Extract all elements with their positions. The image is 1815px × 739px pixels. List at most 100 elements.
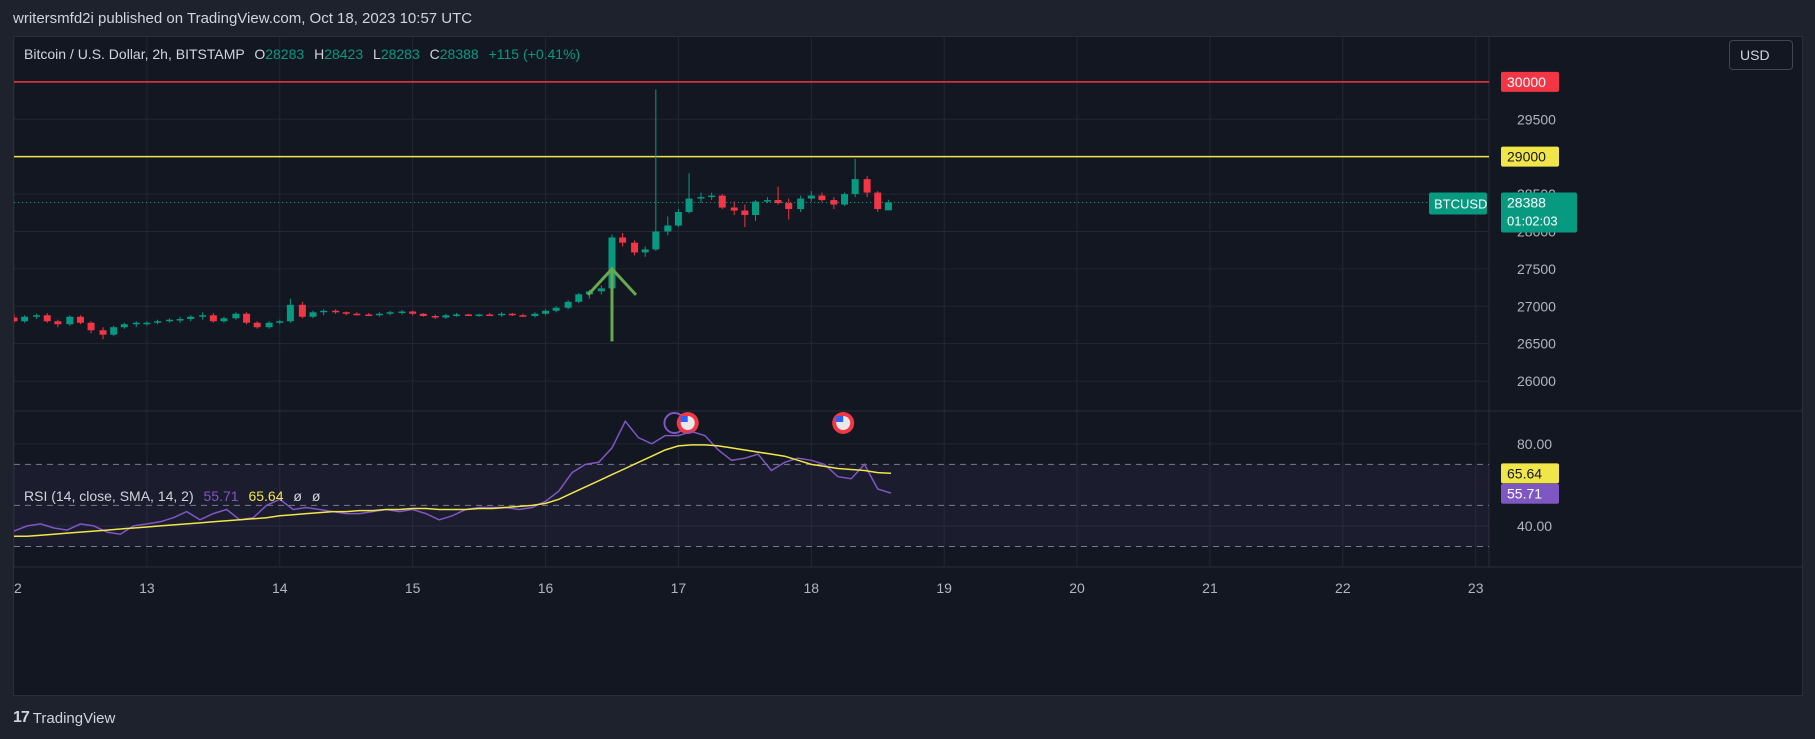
- candle-body: [54, 321, 62, 325]
- time-axis-tick: 23: [1468, 580, 1484, 596]
- last-price-tag-value: 28388: [1507, 194, 1546, 210]
- rsi-axis-tick: 40.00: [1517, 518, 1552, 534]
- candle-body: [708, 195, 716, 198]
- candle-body: [309, 312, 317, 317]
- candle-body: [486, 314, 494, 317]
- candle-body: [398, 311, 406, 314]
- candle-body: [785, 203, 793, 210]
- candle-body: [807, 195, 815, 199]
- rsi-null-2: ø: [311, 488, 321, 504]
- candle-body: [419, 313, 427, 317]
- candle-body: [286, 304, 294, 322]
- candle-body: [365, 314, 373, 317]
- candle-body: [841, 194, 849, 205]
- candle-body: [409, 311, 417, 314]
- rsi-ma-tag-label: 65.64: [1507, 465, 1542, 481]
- candle-body: [87, 322, 95, 331]
- candle-body: [14, 317, 18, 322]
- chart-area[interactable]: 2600026500270002750028000285002900029500…: [13, 36, 1803, 696]
- price-line-tag-label: 30000: [1507, 74, 1546, 90]
- candle-body: [353, 313, 361, 316]
- low-value: 28283: [380, 46, 420, 62]
- rsi-axis-tick: 80.00: [1517, 436, 1552, 452]
- candle-body: [475, 314, 483, 317]
- candle-body: [552, 307, 560, 311]
- close-value: 28388: [439, 46, 479, 62]
- time-axis-tick: 17: [671, 580, 687, 596]
- candle-body: [232, 313, 240, 319]
- candle-body: [375, 313, 383, 316]
- candle-body: [863, 179, 871, 193]
- candle-body: [818, 195, 826, 201]
- chart-background: [14, 37, 1802, 695]
- time-axis-tick: 2: [14, 580, 22, 596]
- currency-button[interactable]: USD: [1729, 40, 1793, 70]
- us-flag-event-icon-canton: [836, 416, 844, 422]
- candle-body: [453, 314, 460, 317]
- symbol-tag-label: BTCUSD: [1434, 196, 1487, 211]
- candle-body: [718, 195, 726, 208]
- open-value: 28283: [265, 46, 305, 62]
- candle-body: [66, 316, 74, 325]
- candle-body: [431, 316, 439, 318]
- candle-body: [751, 201, 759, 216]
- tradingview-brand[interactable]: TradingView: [33, 710, 116, 727]
- price-axis-tick: 29500: [1517, 111, 1556, 127]
- price-axis-tick: 26000: [1517, 373, 1556, 389]
- time-axis-tick: 18: [804, 580, 820, 596]
- candle-body: [253, 322, 261, 328]
- candle-body: [199, 315, 207, 317]
- candle-body: [575, 294, 583, 302]
- candle-body: [730, 207, 738, 211]
- candle-body: [276, 321, 284, 323]
- candle-body: [154, 321, 162, 323]
- time-axis-tick: 13: [139, 580, 155, 596]
- candle-body: [187, 316, 195, 319]
- us-flag-event-icon-canton: [680, 416, 688, 422]
- candle-body: [243, 313, 251, 323]
- candle-body: [386, 312, 394, 314]
- symbol-legend: Bitcoin / U.S. Dollar, 2h, BITSTAMP O282…: [24, 46, 580, 62]
- time-axis-tick: 22: [1335, 580, 1351, 596]
- candle-body: [342, 312, 350, 314]
- open-label: O: [254, 46, 266, 62]
- time-axis-tick: 20: [1069, 580, 1085, 596]
- candle-body: [797, 198, 805, 210]
- rsi-legend: RSI (14, close, SMA, 14, 2) 55.71 65.64 …: [24, 488, 320, 504]
- candle-body: [220, 318, 228, 322]
- time-axis-tick: 15: [405, 580, 421, 596]
- price-line-tag-label: 29000: [1507, 149, 1546, 165]
- symbol-title[interactable]: Bitcoin / U.S. Dollar, 2h, BITSTAMP: [24, 46, 244, 62]
- candle-body: [320, 310, 328, 313]
- high-value: 28423: [324, 46, 364, 62]
- price-axis-tick: 26500: [1517, 336, 1556, 352]
- rsi-ma-value: 65.64: [248, 488, 284, 504]
- candle-body: [741, 210, 749, 216]
- time-axis-tick: 14: [272, 580, 288, 596]
- candle-body: [564, 301, 572, 308]
- rsi-tag-label: 55.71: [1507, 486, 1542, 502]
- candle-body: [110, 327, 118, 335]
- price-axis-tick: 27500: [1517, 261, 1556, 277]
- candle-body: [641, 249, 649, 253]
- candle-body: [674, 212, 682, 226]
- candle-body: [531, 313, 539, 317]
- last-price-tag-countdown: 01:02:03: [1507, 213, 1558, 228]
- rsi-title[interactable]: RSI (14, close, SMA, 14, 2): [24, 488, 194, 504]
- candle-body: [464, 314, 472, 317]
- candle-body: [874, 192, 882, 210]
- tradingview-logo-icon[interactable]: 17: [13, 709, 30, 727]
- candle-body: [519, 315, 527, 317]
- change-value: +115 (+0.41%): [488, 46, 581, 62]
- candle-body: [176, 318, 184, 321]
- candle-body: [619, 237, 627, 243]
- candle-body: [43, 315, 51, 322]
- candle-body: [597, 288, 605, 292]
- candle-body: [508, 313, 516, 316]
- price-axis-tick: 27000: [1517, 298, 1556, 314]
- rsi-null-1: ø: [293, 488, 302, 504]
- candle-body: [265, 322, 273, 328]
- high-label: H: [314, 46, 325, 62]
- chart-canvas[interactable]: 2600026500270002750028000285002900029500…: [14, 37, 1803, 696]
- rsi-value: 55.71: [203, 488, 239, 504]
